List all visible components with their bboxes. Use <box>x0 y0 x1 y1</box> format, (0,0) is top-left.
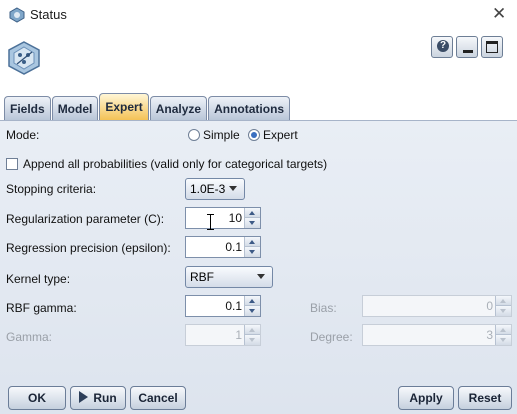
maximize-button[interactable] <box>481 36 503 58</box>
play-icon <box>79 391 89 403</box>
gamma-stepper: 1 <box>185 324 261 346</box>
spin-up-icon <box>245 325 260 335</box>
bias-stepper: 0 <box>362 295 512 317</box>
bias-value: 0 <box>486 299 493 313</box>
spin-down-icon[interactable] <box>245 306 260 316</box>
tab-model[interactable]: Model <box>51 96 99 120</box>
rbf-gamma-label: RBF gamma: <box>6 301 77 315</box>
stopping-criteria-value: 1.0E-3 <box>190 182 226 196</box>
kernel-type-select[interactable]: RBF <box>185 266 273 288</box>
tab-expert[interactable]: Expert <box>99 93 149 120</box>
maximize-icon <box>486 41 498 53</box>
reset-button[interactable]: Reset <box>458 386 512 410</box>
regression-precision-stepper[interactable]: 0.1 <box>185 236 261 258</box>
mode-simple-radio[interactable] <box>188 129 200 141</box>
mode-expert-label[interactable]: Expert <box>263 128 298 142</box>
close-icon[interactable]: ✕ <box>492 4 506 24</box>
spin-up-icon <box>496 296 511 306</box>
help-icon: ? <box>437 40 449 52</box>
regression-precision-value: 0.1 <box>225 240 242 254</box>
chevron-down-icon <box>229 186 237 191</box>
minimize-button[interactable] <box>456 36 478 58</box>
title-bar: Status ✕ <box>0 0 517 30</box>
tab-bar: Fields Model Expert Analyze Annotations <box>4 93 291 120</box>
spin-down-icon[interactable] <box>245 247 260 257</box>
apply-button[interactable]: Apply <box>398 386 454 410</box>
ok-button[interactable]: OK <box>8 386 66 410</box>
run-button[interactable]: Run <box>70 386 126 410</box>
degree-value: 3 <box>486 328 493 342</box>
append-probabilities-label[interactable]: Append all probabilities (valid only for… <box>23 157 327 171</box>
window-buttons: ? <box>431 36 503 58</box>
stopping-criteria-label: Stopping criteria: <box>6 182 97 196</box>
gamma-label: Gamma: <box>6 330 53 344</box>
text-cursor-icon <box>206 214 216 230</box>
rbf-gamma-stepper[interactable]: 0.1 <box>185 295 261 317</box>
run-button-label: Run <box>93 391 117 405</box>
tab-fields[interactable]: Fields <box>4 96 51 120</box>
tab-annotations[interactable]: Annotations <box>208 96 291 120</box>
kernel-type-value: RBF <box>190 270 214 284</box>
rbf-gamma-value: 0.1 <box>225 299 242 313</box>
cancel-button[interactable]: Cancel <box>130 386 186 410</box>
stopping-criteria-select[interactable]: 1.0E-3 <box>185 178 245 200</box>
mode-expert-radio[interactable] <box>248 129 260 141</box>
append-probabilities-checkbox[interactable] <box>6 158 18 170</box>
regularization-value: 10 <box>228 211 242 225</box>
spin-up-icon <box>496 325 511 335</box>
regularization-label: Regularization parameter (C): <box>6 212 165 226</box>
regularization-stepper[interactable]: 10 <box>185 207 261 229</box>
chevron-down-icon <box>257 274 265 279</box>
minimize-icon <box>463 50 473 53</box>
help-button[interactable]: ? <box>431 36 453 58</box>
regression-precision-label: Regression precision (epsilon): <box>6 241 171 255</box>
spin-up-icon[interactable] <box>245 208 260 218</box>
app-icon <box>9 7 25 23</box>
spin-down-icon <box>496 306 511 316</box>
bias-label: Bias: <box>310 301 337 315</box>
spin-up-icon[interactable] <box>245 237 260 247</box>
spin-down-icon[interactable] <box>245 218 260 228</box>
tab-analyze[interactable]: Analyze <box>149 96 208 120</box>
gamma-value: 1 <box>235 328 242 342</box>
window-title: Status <box>30 7 67 22</box>
mode-simple-label[interactable]: Simple <box>203 128 240 142</box>
spin-up-icon[interactable] <box>245 296 260 306</box>
spin-down-icon <box>496 335 511 345</box>
degree-label: Degree: <box>310 330 353 344</box>
spin-down-icon <box>245 335 260 345</box>
mode-label: Mode: <box>6 128 40 142</box>
svm-node-icon <box>8 41 40 75</box>
degree-stepper: 3 <box>362 324 512 346</box>
kernel-type-label: Kernel type: <box>6 272 71 286</box>
